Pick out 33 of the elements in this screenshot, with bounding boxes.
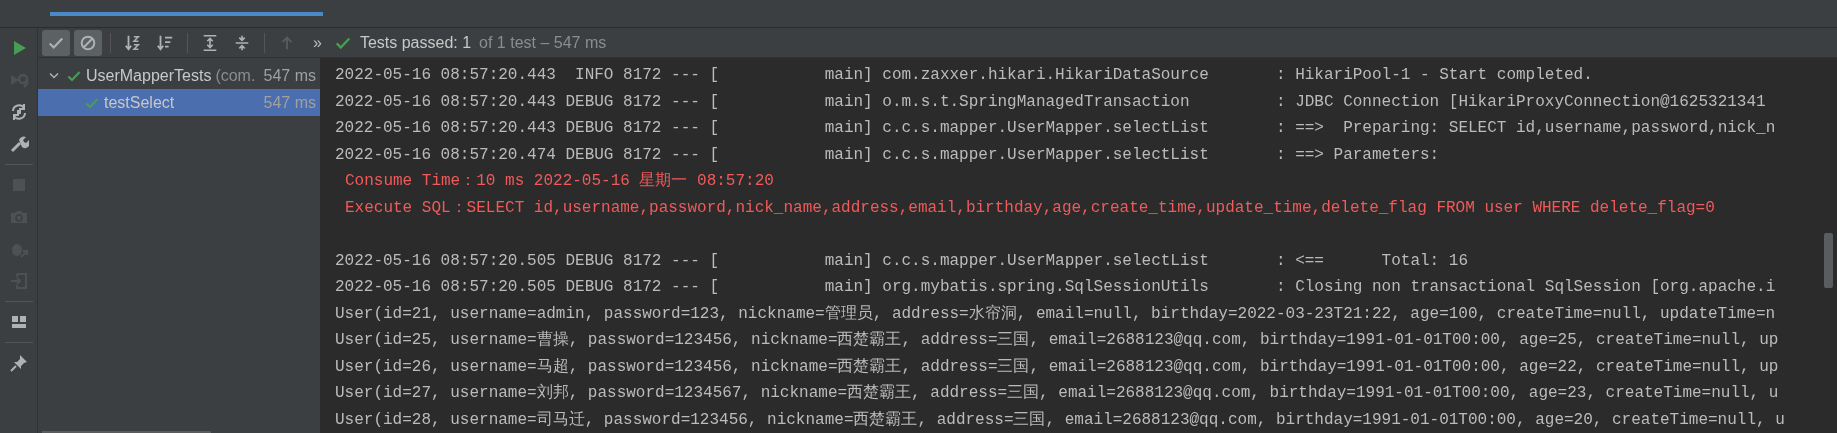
log-line: User(id=28, username=司马迁, password=123456, nickname=西楚霸王, address=三国, email=2688123@qq.com, birthday=1991-01-01T00:00, age=20, createTime=null, u [334,409,1785,431]
log-line: User(id=25, username=曹操, password=123456, nickname=西楚霸王, address=三国, email=2688123@qq.com, birthday=1991-01-01T00:00, age=25, createTime=null, up [334,329,1779,351]
more-button[interactable]: » [305,30,330,55]
log-line: 2022-05-16 08:57:20.443 DEBUG 8172 --- [ main] o.m.s.t.SpringManagedTransaction : JDBC Connection [HikariProxyConnection@1625321341 [334,91,1766,113]
test-duration: 547 ms [262,65,316,86]
scrollbar-thumb[interactable] [1824,233,1833,288]
test-duration: 547 ms [262,92,316,113]
log-line: User(id=21, username=admin, password=123, nickname=管理员, address=水帘洞, email=null, birthday=2022-03-23T21:22, age=100, createTime=null, updateTime=n [334,303,1776,325]
log-line: 2022-05-16 08:57:20.443 DEBUG 8172 --- [ main] c.c.s.mapper.UserMapper.selectList : ==> Preparing: SELECT id,username,password,nick_n [334,118,1776,139]
tree-row[interactable]: testSelect 547 ms [38,89,320,116]
wrench-icon [8,134,29,154]
log-line: 2022-05-16 08:57:20.505 DEBUG 8172 --- [ main] org.mybatis.spring.SqlSessionUtils : Closing non transactional SqlSession [org.apache.i [334,277,1776,298]
log-line: User(id=26, username=马超, password=123456, nickname=西楚霸王, address=三国, email=2688123@qq.com, birthday=1991-01-01T00:00, age=22, createTime=null, up [334,356,1779,378]
log-line: User(id=27, username=刘邦, password=1234567, nickname=西楚霸王, address=三国, email=2688123@qq.com, birthday=1991-01-01T00:00, age=23, createTime=null, u [334,382,1779,404]
collapse-all-icon [233,33,251,52]
sort-alphabetically-icon [124,33,142,52]
stderr-line: Execute SQL：SELECT id,username,password,nick_name,address,email,birthday,age,create_time,update_time,delete_flag FROM user WHERE delete_flag=0 [344,197,1715,219]
stderr-line: Consume Time：10 ms 2022-05-16 星期一 08:57:20 [344,171,774,192]
tree-row[interactable]: UserMapperTests (com. 547 ms [38,62,320,89]
test-name: testSelect [104,92,175,113]
ignored-icon [79,33,97,52]
status-text: Tests passed: 1 [359,32,472,53]
sort-by-duration-icon [156,33,174,52]
log-line: 2022-05-16 08:57:20.505 DEBUG 8172 --- [ main] c.c.s.mapper.UserMapper.selectList : <== Total: 16 [334,250,1468,272]
check-button[interactable] [42,29,70,56]
log-line: 2022-05-16 08:57:20.474 DEBUG 8172 --- [ main] c.c.s.mapper.UserMapper.selectList : ==> Parameters: [334,144,1440,166]
status-detail: of 1 test – 547 ms [479,32,607,53]
ignored-button[interactable] [74,29,102,56]
package-hint: (com. [215,65,256,86]
test-name: UserMapperTests [86,65,212,86]
expand-all-icon [201,33,219,52]
pin-icon [8,353,29,373]
log-line: 2022-05-16 08:57:20.443 INFO 8172 --- [ main] com.zaxxer.hikari.HikariDataSource : HikariPool-1 - Start completed. [334,65,1593,86]
